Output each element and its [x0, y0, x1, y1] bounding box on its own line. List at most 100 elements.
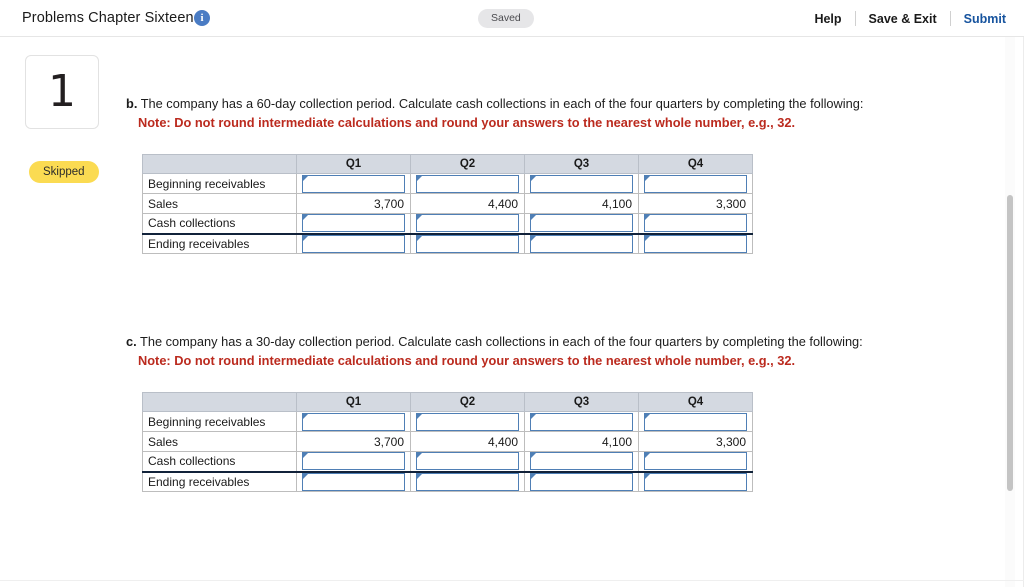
row-label-ending-receivables: Ending receivables: [142, 470, 297, 492]
table-header-row: Q1 Q2 Q3 Q4: [142, 392, 753, 412]
part-b-prompt: b. The company has a 60-day collection p…: [126, 95, 986, 112]
input-box[interactable]: [644, 174, 747, 193]
input-box[interactable]: [416, 452, 519, 471]
column-header-q2: Q2: [410, 154, 525, 174]
table-row: Beginning receivables: [142, 411, 753, 432]
input-cell-collections-q1[interactable]: [296, 451, 411, 472]
input-cell-collections-q4[interactable]: [638, 451, 753, 472]
input-cell-beginning-q1[interactable]: [296, 411, 411, 432]
input-cell-ending-q3[interactable]: [524, 470, 639, 492]
input-box[interactable]: [302, 234, 405, 253]
input-box[interactable]: [416, 412, 519, 431]
part-c-table-wrap: Q1 Q2 Q3 Q4 Beginning receivables Sales …: [142, 392, 986, 492]
input-cell-beginning-q3[interactable]: [524, 411, 639, 432]
input-box[interactable]: [530, 412, 633, 431]
skipped-badge[interactable]: Skipped: [29, 161, 99, 183]
row-label-beginning-receivables: Beginning receivables: [142, 411, 297, 432]
help-button[interactable]: Help: [801, 12, 854, 26]
header-actions: Help Save & Exit Submit: [801, 0, 1006, 37]
column-header-q2: Q2: [410, 392, 525, 412]
input-cell-beginning-q1[interactable]: [296, 173, 411, 194]
status-badge: Saved: [478, 9, 534, 28]
table-row: Cash collections: [142, 451, 753, 472]
input-cell-collections-q1[interactable]: [296, 213, 411, 234]
question-part-c: c. The company has a 30-day collection p…: [126, 333, 986, 492]
save-and-exit-button[interactable]: Save & Exit: [856, 12, 950, 26]
input-cell-beginning-q3[interactable]: [524, 173, 639, 194]
row-label-cash-collections: Cash collections: [142, 451, 297, 472]
input-cell-ending-q2[interactable]: [410, 232, 525, 254]
table-row: Sales 3,700 4,400 4,100 3,300: [142, 193, 753, 214]
input-cell-collections-q2[interactable]: [410, 451, 525, 472]
input-cell-beginning-q4[interactable]: [638, 173, 753, 194]
column-header-q3: Q3: [524, 392, 639, 412]
input-box[interactable]: [530, 234, 633, 253]
table-corner-cell: [142, 392, 297, 412]
vertical-scrollbar-thumb[interactable]: [1007, 195, 1013, 491]
info-icon[interactable]: i: [194, 10, 210, 26]
input-cell-ending-q4[interactable]: [638, 232, 753, 254]
row-label-beginning-receivables: Beginning receivables: [142, 173, 297, 194]
input-box[interactable]: [530, 214, 633, 233]
table-row: Sales 3,700 4,400 4,100 3,300: [142, 431, 753, 452]
table-row: Ending receivables: [142, 232, 753, 254]
input-cell-collections-q3[interactable]: [524, 213, 639, 234]
input-cell-collections-q4[interactable]: [638, 213, 753, 234]
input-cell-collections-q3[interactable]: [524, 451, 639, 472]
value-sales-q2: 4,400: [410, 193, 525, 214]
input-box[interactable]: [644, 214, 747, 233]
input-box[interactable]: [416, 234, 519, 253]
part-c-note: Note: Do not round intermediate calculat…: [138, 353, 796, 368]
column-header-q4: Q4: [638, 154, 753, 174]
cash-collections-table-b: Q1 Q2 Q3 Q4 Beginning receivables Sales …: [142, 154, 753, 254]
input-cell-ending-q2[interactable]: [410, 470, 525, 492]
part-b-letter: b.: [126, 96, 138, 111]
input-cell-beginning-q2[interactable]: [410, 173, 525, 194]
input-box[interactable]: [530, 472, 633, 491]
input-cell-ending-q1[interactable]: [296, 470, 411, 492]
input-box[interactable]: [302, 452, 405, 471]
input-box[interactable]: [302, 214, 405, 233]
app-header: Problems Chapter Sixteen i Saved Help Sa…: [0, 0, 1024, 37]
value-sales-q4: 3,300: [638, 431, 753, 452]
input-box[interactable]: [416, 214, 519, 233]
part-c-prompt-text: The company has a 30-day collection peri…: [140, 334, 863, 349]
submit-button[interactable]: Submit: [951, 12, 1006, 26]
input-cell-ending-q4[interactable]: [638, 470, 753, 492]
value-sales-q2: 4,400: [410, 431, 525, 452]
column-header-q4: Q4: [638, 392, 753, 412]
value-sales-q3: 4,100: [524, 431, 639, 452]
input-box[interactable]: [530, 452, 633, 471]
input-box[interactable]: [302, 472, 405, 491]
input-cell-ending-q3[interactable]: [524, 232, 639, 254]
page-title: Problems Chapter Sixteen: [22, 10, 194, 26]
input-box[interactable]: [416, 174, 519, 193]
table-header-row: Q1 Q2 Q3 Q4: [142, 154, 753, 174]
input-box[interactable]: [530, 174, 633, 193]
bottom-divider: [0, 580, 1024, 581]
part-b-note: Note: Do not round intermediate calculat…: [138, 115, 796, 130]
question-number: 1: [48, 66, 76, 117]
row-label-ending-receivables: Ending receivables: [142, 232, 297, 254]
table-corner-cell: [142, 154, 297, 174]
input-box[interactable]: [416, 472, 519, 491]
value-sales-q1: 3,700: [296, 431, 411, 452]
question-page: 1 Skipped b. The company has a 60-day co…: [0, 37, 1005, 587]
input-box[interactable]: [644, 452, 747, 471]
input-cell-beginning-q4[interactable]: [638, 411, 753, 432]
part-c-letter: c.: [126, 334, 137, 349]
input-box[interactable]: [302, 412, 405, 431]
question-part-b: b. The company has a 60-day collection p…: [126, 95, 986, 254]
question-number-card[interactable]: 1: [25, 55, 99, 129]
part-c-prompt: c. The company has a 30-day collection p…: [126, 333, 986, 350]
input-cell-ending-q1[interactable]: [296, 232, 411, 254]
input-box[interactable]: [644, 234, 747, 253]
input-box[interactable]: [644, 472, 747, 491]
part-b-prompt-text: The company has a 60-day collection peri…: [140, 96, 864, 111]
row-label-cash-collections: Cash collections: [142, 213, 297, 234]
cash-collections-table-c: Q1 Q2 Q3 Q4 Beginning receivables Sales …: [142, 392, 753, 492]
input-cell-beginning-q2[interactable]: [410, 411, 525, 432]
input-box[interactable]: [644, 412, 747, 431]
input-box[interactable]: [302, 174, 405, 193]
input-cell-collections-q2[interactable]: [410, 213, 525, 234]
